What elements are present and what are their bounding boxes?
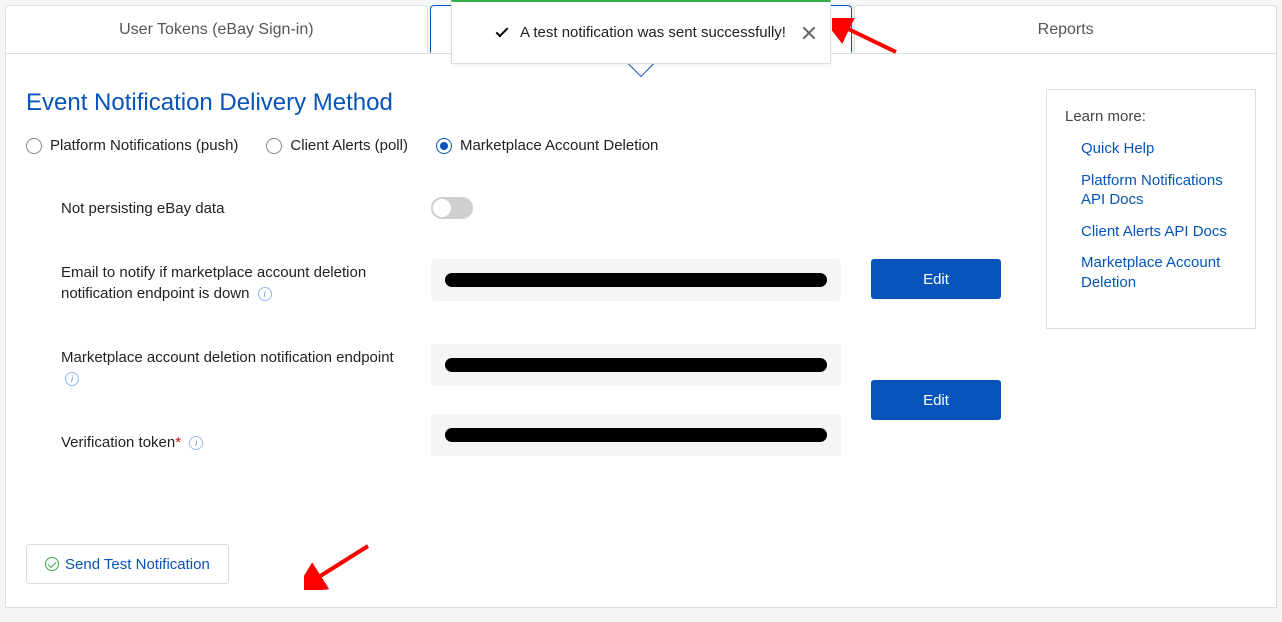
tab-reports[interactable]: Reports — [854, 5, 1277, 53]
tab-user-tokens[interactable]: User Tokens (eBay Sign-in) — [5, 5, 428, 53]
persist-data-toggle[interactable] — [431, 197, 473, 219]
radio-label: Marketplace Account Deletion — [460, 137, 658, 154]
learn-more-box: Learn more: Quick Help Platform Notifica… — [1046, 89, 1256, 329]
redacted-value — [445, 358, 827, 372]
radio-label: Platform Notifications (push) — [50, 137, 238, 154]
edit-email-button[interactable]: Edit — [871, 259, 1001, 299]
toast-message: A test notification was sent successfull… — [520, 24, 786, 41]
send-button-label: Send Test Notification — [65, 556, 210, 573]
email-notify-label: Email to notify if marketplace account d… — [61, 259, 401, 304]
email-notify-value — [431, 259, 841, 301]
radio-client-alerts[interactable]: Client Alerts (poll) — [266, 137, 408, 154]
link-quick-help[interactable]: Quick Help — [1081, 140, 1154, 157]
verification-token-value — [431, 414, 841, 456]
link-marketplace-account-deletion[interactable]: Marketplace Account Deletion — [1081, 254, 1220, 291]
radio-icon — [436, 138, 452, 154]
learn-more-title: Learn more: — [1065, 108, 1237, 125]
link-client-alerts-api-docs[interactable]: Client Alerts API Docs — [1081, 223, 1227, 240]
link-platform-api-docs[interactable]: Platform Notifications API Docs — [1081, 172, 1223, 209]
toast-notification: A test notification was sent successfull… — [451, 0, 831, 64]
persist-data-label: Not persisting eBay data — [61, 195, 401, 219]
verification-token-label: Verification token* i — [61, 429, 401, 453]
checkmark-icon — [496, 24, 509, 37]
info-icon[interactable]: i — [65, 372, 79, 386]
content-panel: Event Notification Delivery Method Platf… — [5, 53, 1277, 608]
redacted-value — [445, 273, 827, 287]
check-circle-icon — [45, 557, 59, 571]
delivery-method-radios: Platform Notifications (push) Client Ale… — [26, 137, 1016, 154]
info-icon[interactable]: i — [258, 287, 272, 301]
toggle-knob-icon — [433, 199, 451, 217]
endpoint-value — [431, 344, 841, 386]
radio-icon — [266, 138, 282, 154]
tab-label: User Tokens (eBay Sign-in) — [119, 21, 313, 39]
radio-label: Client Alerts (poll) — [290, 137, 408, 154]
info-icon[interactable]: i — [189, 436, 203, 450]
radio-platform-notifications[interactable]: Platform Notifications (push) — [26, 137, 238, 154]
page-title: Event Notification Delivery Method — [26, 89, 1016, 117]
radio-icon — [26, 138, 42, 154]
radio-marketplace-account-deletion[interactable]: Marketplace Account Deletion — [436, 137, 658, 154]
send-test-notification-button[interactable]: Send Test Notification — [26, 544, 229, 584]
endpoint-label: Marketplace account deletion notificatio… — [61, 344, 401, 389]
tab-label: Reports — [1038, 21, 1094, 39]
edit-endpoint-button[interactable]: Edit — [871, 380, 1001, 420]
redacted-value — [445, 428, 827, 442]
close-icon[interactable] — [802, 26, 816, 40]
